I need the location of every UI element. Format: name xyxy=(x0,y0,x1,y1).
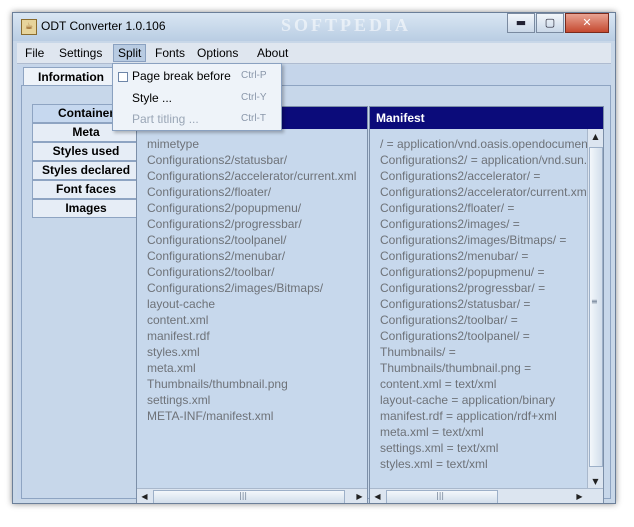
list-item[interactable]: Configurations2/floater/ = xyxy=(380,201,514,215)
list-item[interactable]: Configurations2/statusbar/ xyxy=(147,153,287,167)
list-item[interactable]: Configurations2/images/ = xyxy=(380,217,520,231)
maximize-button[interactable]: ▢ xyxy=(536,13,564,33)
manifest-panel: Manifest / = application/vnd.oasis.opend… xyxy=(369,106,604,503)
watermark: SOFTPEDIA xyxy=(281,15,412,35)
menu-item-label: Style ... xyxy=(132,91,173,105)
list-item[interactable]: META-INF/manifest.xml xyxy=(147,409,273,423)
list-item[interactable]: Configurations2/floater/ xyxy=(147,185,271,199)
list-item[interactable]: Configurations2/accelerator/current.xml … xyxy=(380,185,600,199)
menu-item-label: Part titling ... xyxy=(132,112,199,126)
menu-options[interactable]: Options xyxy=(193,45,242,61)
list-item[interactable]: / = application/vnd.oasis.opendocument.t… xyxy=(380,137,603,151)
list-item[interactable]: meta.xml xyxy=(147,361,196,375)
list-item[interactable]: styles.xml = text/xml xyxy=(380,457,488,471)
scroll-up-arrow-icon[interactable]: ▲ xyxy=(588,129,603,144)
menu-item-style[interactable]: Style ... Ctrl-Y xyxy=(113,88,281,108)
menu-fonts[interactable]: Fonts xyxy=(151,45,189,61)
container-files-panel: mimetype Configurations2/statusbar/Config… xyxy=(136,106,368,503)
list-item[interactable]: Thumbnails/thumbnail.png xyxy=(147,377,288,391)
app-window: ☕ ODT Converter 1.0.106 SOFTPEDIA ▬ ▢ ✕ … xyxy=(12,12,616,504)
grip-icon: ||| xyxy=(436,491,445,500)
list-item[interactable]: layout-cache = application/binary xyxy=(380,393,555,407)
menu-about[interactable]: About xyxy=(253,45,292,61)
list-item[interactable]: styles.xml xyxy=(147,345,200,359)
list-item[interactable]: layout-cache xyxy=(147,297,215,311)
list-item[interactable]: Configurations2/ = application/vnd.sun.x… xyxy=(380,153,603,167)
side-tab-styles-used[interactable]: Styles used xyxy=(32,142,140,161)
manifest-panel-header: Manifest xyxy=(370,107,603,129)
scroll-down-arrow-icon[interactable]: ▼ xyxy=(588,474,603,489)
menu-item-part-titling: Part titling ... Ctrl-T xyxy=(113,109,281,129)
menu-split[interactable]: Split xyxy=(113,44,147,62)
manifest-horizontal-scrollbar[interactable]: ◀ ||| ▶ xyxy=(370,488,603,503)
list-item[interactable]: Thumbnails/ = xyxy=(380,345,456,359)
scroll-right-arrow-icon[interactable]: ▶ xyxy=(352,489,367,503)
list-item[interactable]: manifest.rdf = application/rdf+xml xyxy=(380,409,557,423)
list-item[interactable]: Configurations2/images/Bitmaps/ = xyxy=(380,233,566,247)
list-item[interactable]: content.xml xyxy=(147,313,208,327)
menu-item-label: Page break before xyxy=(132,69,231,83)
list-item[interactable]: Configurations2/menubar/ xyxy=(147,249,285,263)
list-item[interactable]: Configurations2/toolbar/ xyxy=(147,265,274,279)
list-item[interactable]: Configurations2/statusbar/ = xyxy=(380,297,530,311)
list-item[interactable]: Configurations2/popupmenu/ = xyxy=(380,265,544,279)
java-cup-icon: ☕ xyxy=(21,19,37,35)
left-hscroll-thumb[interactable] xyxy=(153,490,345,503)
scroll-left-arrow-icon[interactable]: ◀ xyxy=(137,489,152,503)
minimize-button[interactable]: ▬ xyxy=(507,13,535,33)
list-item[interactable]: mimetype xyxy=(147,137,199,151)
grip-icon: ||| xyxy=(239,491,248,500)
list-item[interactable]: Configurations2/accelerator/ = xyxy=(380,169,540,183)
side-tab-images[interactable]: Images xyxy=(32,199,140,218)
information-tab-panel: Container Meta Styles used Styles declar… xyxy=(21,85,611,503)
shortcut-label: Ctrl-T xyxy=(241,113,266,124)
side-tab-font-faces[interactable]: Font faces xyxy=(32,180,140,199)
list-item[interactable]: content.xml = text/xml xyxy=(380,377,496,391)
list-item[interactable]: manifest.rdf xyxy=(147,329,210,343)
tab-information[interactable]: Information xyxy=(23,67,119,86)
left-horizontal-scrollbar[interactable]: ◀ ||| ▶ xyxy=(137,488,367,503)
list-item[interactable]: Configurations2/progressbar/ xyxy=(147,217,302,231)
close-button[interactable]: ✕ xyxy=(565,13,609,33)
title-bar: ☕ ODT Converter 1.0.106 SOFTPEDIA ▬ ▢ ✕ xyxy=(13,13,615,41)
list-item[interactable]: Configurations2/toolpanel/ = xyxy=(380,329,530,343)
list-item[interactable]: Thumbnails/thumbnail.png = xyxy=(380,361,531,375)
list-item[interactable]: Configurations2/popupmenu/ xyxy=(147,201,301,215)
list-item[interactable]: Configurations2/images/Bitmaps/ xyxy=(147,281,323,295)
checkbox-icon[interactable] xyxy=(118,72,128,82)
shortcut-label: Ctrl-P xyxy=(241,70,267,81)
menu-bar: File Settings Split Fonts Options About xyxy=(17,43,611,64)
list-item[interactable]: Configurations2/accelerator/current.xml xyxy=(147,169,356,183)
list-item[interactable]: Configurations2/menubar/ = xyxy=(380,249,528,263)
list-item[interactable]: meta.xml = text/xml xyxy=(380,425,484,439)
split-dropdown-menu: Page break before Ctrl-P Style ... Ctrl-… xyxy=(112,63,282,131)
side-tab-styles-declared[interactable]: Styles declared xyxy=(32,161,140,180)
list-item[interactable]: Configurations2/progressbar/ = xyxy=(380,281,545,295)
scroll-left-arrow-icon[interactable]: ◀ xyxy=(370,489,385,503)
grip-icon: ≡ xyxy=(591,297,598,306)
list-item[interactable]: Configurations2/toolbar/ = xyxy=(380,313,518,327)
list-item[interactable]: settings.xml xyxy=(147,393,210,407)
list-item[interactable]: settings.xml = text/xml xyxy=(380,441,498,455)
menu-file[interactable]: File xyxy=(21,45,48,61)
menu-settings[interactable]: Settings xyxy=(55,45,106,61)
menu-item-page-break-before[interactable]: Page break before Ctrl-P xyxy=(113,66,281,86)
list-item[interactable]: Configurations2/toolpanel/ xyxy=(147,233,286,247)
manifest-vertical-scrollbar[interactable]: ▲ ≡ ▼ xyxy=(587,129,603,489)
scroll-right-arrow-icon[interactable]: ▶ xyxy=(572,489,587,503)
window-title: ODT Converter 1.0.106 xyxy=(41,19,166,33)
manifest-vscroll-thumb[interactable] xyxy=(589,147,603,467)
main-content: Information Container Meta Styles used S… xyxy=(17,65,611,503)
shortcut-label: Ctrl-Y xyxy=(241,92,267,103)
